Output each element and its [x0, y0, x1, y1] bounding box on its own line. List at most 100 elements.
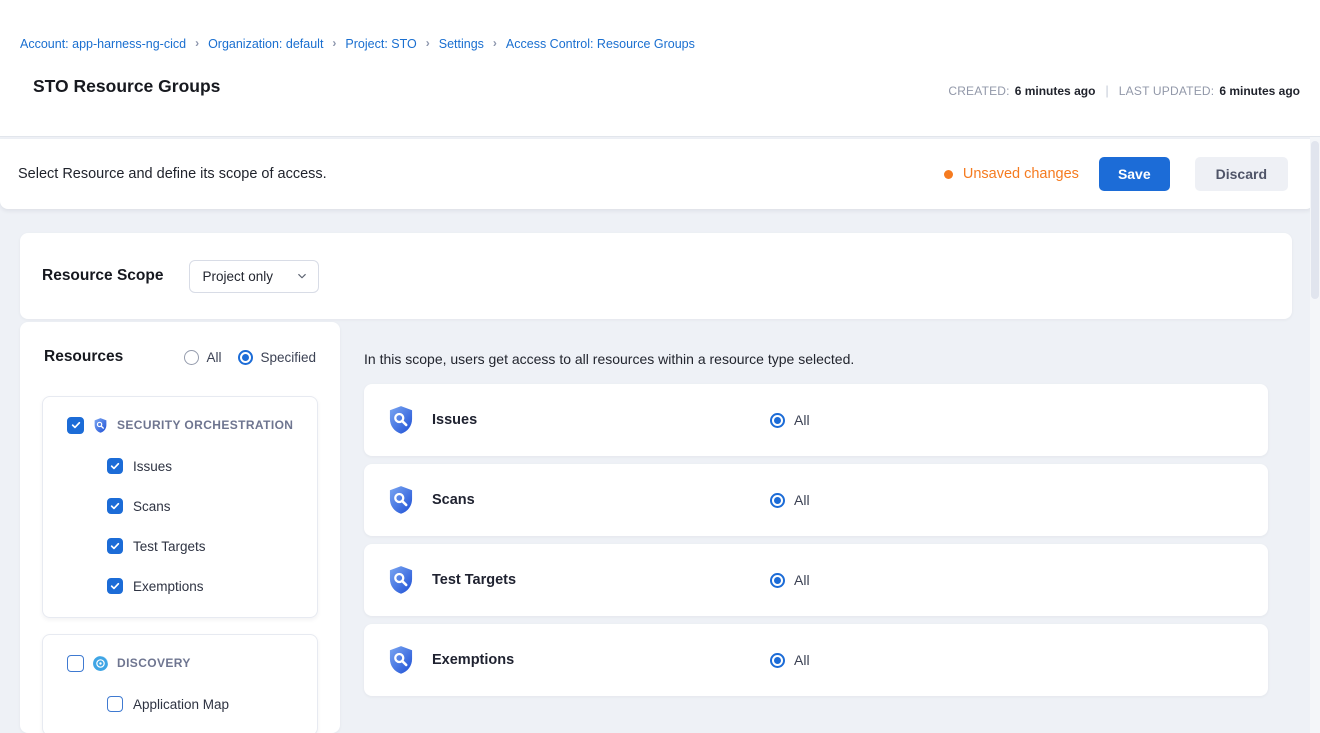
- resource-scope-card: Resource Scope Project only: [20, 233, 1292, 319]
- resources-mode-radio-group: All Specified: [184, 350, 316, 365]
- page-header: Account: app-harness-ng-cicd › Organizatio…: [0, 0, 1320, 137]
- resource-label: Application Map: [133, 697, 229, 712]
- radio-dot: [774, 657, 781, 664]
- resource-checkbox-row: Issues: [107, 446, 317, 486]
- resource-access-row: Scans All: [364, 464, 1268, 536]
- breadcrumb-link[interactable]: Organization: default: [208, 37, 323, 51]
- radio-dot: [242, 354, 249, 361]
- group-checkbox[interactable]: [67, 417, 84, 434]
- scope-detail-panel: In this scope, users get access to all r…: [364, 349, 1268, 704]
- save-button[interactable]: Save: [1099, 157, 1170, 191]
- access-radio-option[interactable]: All: [770, 412, 810, 428]
- access-all-label: All: [794, 652, 810, 668]
- resource-checkbox[interactable]: [107, 696, 123, 712]
- breadcrumb-separator-icon: ›: [493, 36, 497, 50]
- updated-label: LAST UPDATED:: [1119, 84, 1215, 98]
- unsaved-dot-icon: [944, 170, 953, 179]
- access-all-radio[interactable]: [770, 413, 785, 428]
- access-radio-option[interactable]: All: [770, 492, 810, 508]
- discard-button[interactable]: Discard: [1195, 157, 1288, 191]
- resource-group-children: Issues Scans Test Targets Exemptions: [43, 440, 317, 608]
- specified-radio-label: Specified: [260, 350, 316, 365]
- resource-type-label: Test Targets: [432, 572, 516, 588]
- check-icon: [70, 419, 82, 431]
- unsaved-changes-status: Unsaved changes: [944, 166, 1079, 182]
- resources-panel-header: Resources All Specified: [20, 322, 340, 366]
- unsaved-label: Unsaved changes: [963, 166, 1079, 182]
- all-radio: [184, 350, 199, 365]
- resource-label: Issues: [133, 459, 172, 474]
- check-icon: [109, 500, 121, 512]
- resource-scope-label: Resource Scope: [42, 267, 163, 285]
- breadcrumb-separator-icon: ›: [426, 36, 430, 50]
- vertical-scrollbar-track[interactable]: [1310, 137, 1320, 733]
- access-all-radio[interactable]: [770, 573, 785, 588]
- resource-group-children: Application Map: [43, 678, 317, 726]
- radio-dot: [774, 577, 781, 584]
- all-radio-label: All: [206, 350, 221, 365]
- shield-search-icon: [385, 404, 417, 436]
- page-title: STO Resource Groups: [33, 76, 220, 97]
- resource-type-label: Exemptions: [432, 652, 514, 668]
- radar-icon: [92, 655, 109, 672]
- check-icon: [109, 460, 121, 472]
- access-all-radio[interactable]: [770, 653, 785, 668]
- resource-checkbox[interactable]: [107, 498, 123, 514]
- toolbar-description: Select Resource and define its scope of …: [18, 166, 327, 182]
- toolbar: Select Resource and define its scope of …: [0, 139, 1314, 209]
- scope-description: In this scope, users get access to all r…: [364, 349, 1268, 369]
- resource-group-page: Account: app-harness-ng-cicd › Organizatio…: [0, 0, 1320, 733]
- breadcrumb-link[interactable]: Project: STO: [345, 37, 416, 51]
- resources-title: Resources: [44, 348, 123, 366]
- toolbar-actions: Unsaved changes Save Discard: [944, 157, 1288, 191]
- vertical-scrollbar-thumb[interactable]: [1311, 141, 1319, 299]
- shield-search-icon: [92, 417, 109, 434]
- resource-access-row: Exemptions All: [364, 624, 1268, 696]
- breadcrumb: Account: app-harness-ng-cicd › Organizatio…: [20, 37, 695, 51]
- resource-groups: SECURITY ORCHESTRATION Issues Scans Test…: [20, 366, 340, 733]
- resource-group-label: DISCOVERY: [117, 656, 191, 670]
- resource-checkbox-row: Application Map: [107, 684, 317, 724]
- access-all-label: All: [794, 572, 810, 588]
- resources-panel: Resources All Specified: [20, 322, 340, 733]
- access-all-label: All: [794, 412, 810, 428]
- radio-option-specified[interactable]: Specified: [238, 350, 316, 365]
- resource-checkbox[interactable]: [107, 578, 123, 594]
- resource-group-label: SECURITY ORCHESTRATION: [117, 418, 293, 432]
- check-icon: [109, 540, 121, 552]
- created-label: CREATED:: [948, 84, 1009, 98]
- group-checkbox[interactable]: [67, 655, 84, 672]
- resource-checkbox[interactable]: [107, 458, 123, 474]
- resource-scope-selected-value: Project only: [202, 269, 273, 284]
- resource-checkbox-row: Test Targets: [107, 526, 317, 566]
- breadcrumb-link[interactable]: Settings: [439, 37, 484, 51]
- breadcrumb-link[interactable]: Access Control: Resource Groups: [506, 37, 695, 51]
- resource-checkbox[interactable]: [107, 538, 123, 554]
- specified-radio: [238, 350, 253, 365]
- resource-label: Test Targets: [133, 539, 206, 554]
- breadcrumb-link[interactable]: Account: app-harness-ng-cicd: [20, 37, 186, 51]
- access-all-radio[interactable]: [770, 493, 785, 508]
- chevron-down-icon: [295, 269, 309, 283]
- resource-group-card: SECURITY ORCHESTRATION Issues Scans Test…: [42, 396, 318, 618]
- breadcrumb-separator-icon: ›: [195, 36, 199, 50]
- check-icon: [109, 580, 121, 592]
- scope-rows: Issues All Scans All Test Targets: [364, 384, 1268, 696]
- timestamps: CREATED: 6 minutes ago | LAST UPDATED: 6…: [948, 83, 1300, 98]
- shield-search-icon: [385, 644, 417, 676]
- resource-scope-select[interactable]: Project only: [189, 260, 319, 293]
- meta-separator: |: [1105, 83, 1108, 98]
- resource-label: Exemptions: [133, 579, 204, 594]
- shield-search-icon: [385, 484, 417, 516]
- resource-group-header: SECURITY ORCHESTRATION: [43, 410, 317, 440]
- updated-value: 6 minutes ago: [1219, 84, 1300, 98]
- radio-dot: [774, 497, 781, 504]
- radio-option-all[interactable]: All: [184, 350, 221, 365]
- access-radio-option[interactable]: All: [770, 652, 810, 668]
- shield-search-icon: [385, 564, 417, 596]
- resource-type-label: Scans: [432, 492, 475, 508]
- resource-label: Scans: [133, 499, 171, 514]
- resource-group-card: DISCOVERY Application Map: [42, 634, 318, 733]
- radio-dot: [774, 417, 781, 424]
- access-radio-option[interactable]: All: [770, 572, 810, 588]
